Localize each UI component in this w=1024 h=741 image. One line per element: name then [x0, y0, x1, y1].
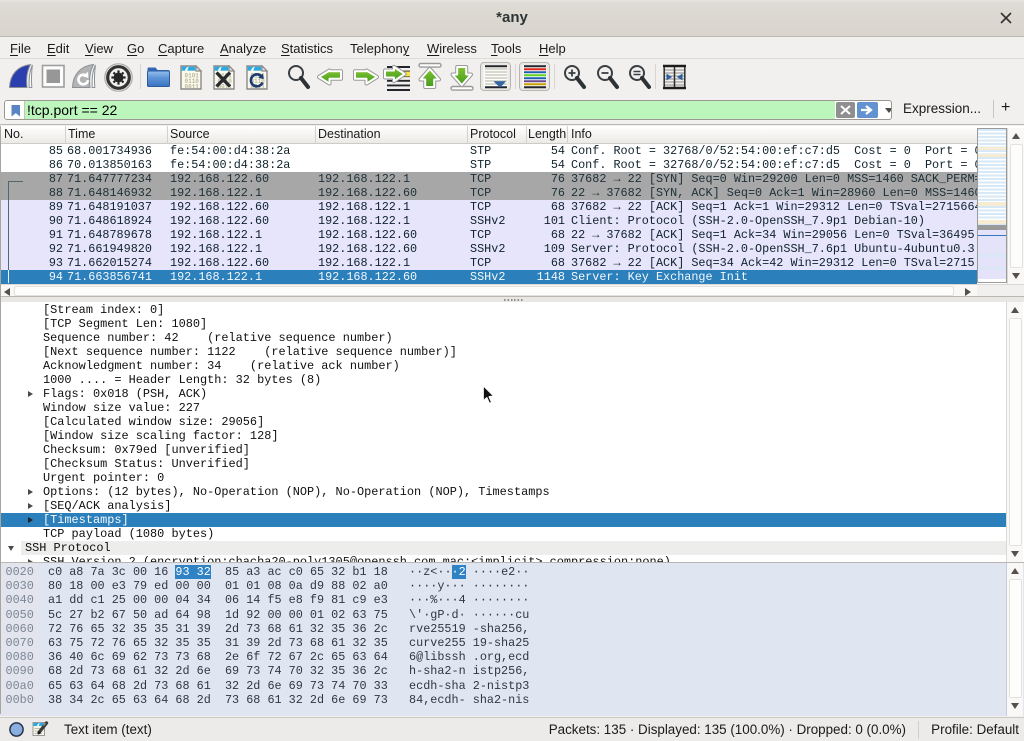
- svg-text:0011: 0011: [185, 84, 200, 91]
